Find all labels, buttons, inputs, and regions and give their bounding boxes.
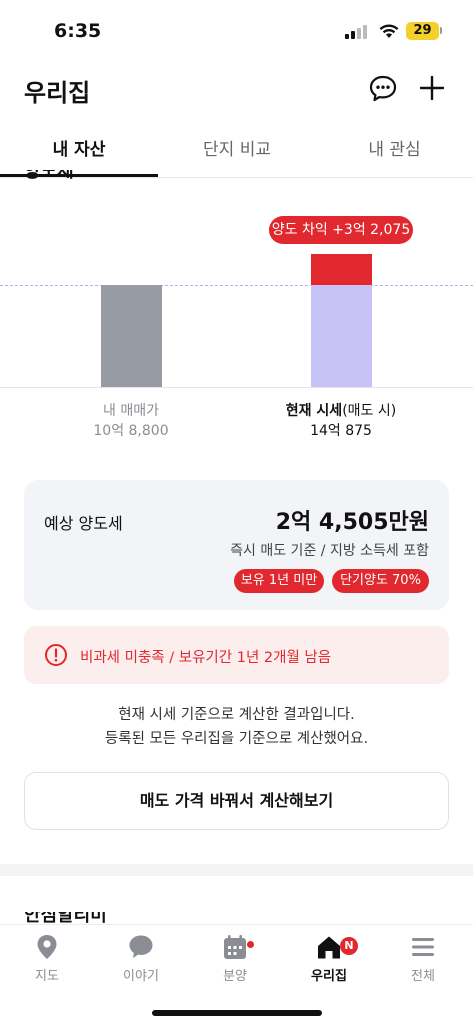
house-icon <box>318 936 340 959</box>
menu-icon <box>412 938 434 956</box>
purchase-price-line <box>0 285 473 286</box>
section-divider <box>0 864 473 876</box>
new-dot <box>247 941 254 948</box>
page-title: 우리집 <box>24 79 91 107</box>
warning-banner: 비과세 미충족 / 보유기간 1년 2개월 남음 <box>24 626 449 684</box>
bar-current-price <box>311 285 372 387</box>
nav-item-map[interactable]: 지도 <box>0 933 94 993</box>
recalculate-button[interactable]: 매도 가격 바꿔서 계산해보기 <box>24 772 449 830</box>
note-line-2: 등록된 모든 우리집을 기준으로 계산했어요. <box>104 731 369 747</box>
nav-label-talk: 이야기 <box>123 969 159 984</box>
signal-icon <box>345 25 369 39</box>
alert-circle-icon <box>45 644 67 666</box>
nav-item-presale[interactable]: 분양 <box>188 933 282 993</box>
chat-bubble-icon <box>129 935 153 958</box>
bar-label-purchase: 내 매매가 <box>103 403 159 419</box>
note-line-1: 현재 시세 기준으로 계산한 결과입니다. <box>118 707 355 723</box>
nav-label-map: 지도 <box>35 969 59 984</box>
battery-icon: 29 <box>406 22 439 40</box>
tax-basis: 즉시 매도 기준 / 지방 소득세 포함 <box>230 543 429 559</box>
chip-short-term-rate: 단기양도 70% <box>332 569 429 593</box>
section-heading-capital-gains-tax: 양도세 <box>24 170 74 180</box>
home-indicator <box>152 1010 322 1016</box>
bar-value-purchase: 10억 8,800 <box>93 423 169 439</box>
bar-gain <box>311 254 372 285</box>
new-badge: N <box>340 937 358 955</box>
status-time: 6:35 <box>54 20 102 42</box>
nav-label-presale: 분양 <box>223 969 247 984</box>
bar-label-current-main: 현재 시세 <box>285 403 343 419</box>
tax-amount: 2억 4,505만원 <box>275 510 429 535</box>
nav-item-my-home[interactable]: N 우리집 <box>282 933 376 993</box>
plus-icon[interactable] <box>418 74 446 102</box>
bar-purchase-price <box>101 285 162 387</box>
nav-label-my-home: 우리집 <box>311 969 347 984</box>
bar-value-current: 14억 875 <box>310 423 372 439</box>
bar-label-current-sub: (매도 시) <box>342 403 397 419</box>
nav-item-talk[interactable]: 이야기 <box>94 933 188 993</box>
chart-axis <box>0 387 473 388</box>
header: 우리집 <box>0 60 473 120</box>
chat-icon[interactable] <box>368 74 398 104</box>
wifi-icon <box>379 24 399 38</box>
calendar-icon <box>224 935 246 959</box>
tax-estimate-card: 예상 양도세 2억 4,505만원 즉시 매도 기준 / 지방 소득세 포함 보… <box>24 480 449 610</box>
battery-nub <box>440 27 442 34</box>
gain-badge: 양도 차익 +3억 2,075 <box>269 216 413 244</box>
tab-complex-compare[interactable]: 단지 비교 <box>158 128 316 178</box>
chip-holding-period: 보유 1년 미만 <box>234 569 324 593</box>
map-pin-icon <box>37 935 57 959</box>
capital-gains-chart: 양도 차익 +3억 2,075 내 매매가 10억 8,800 현재 시세(매도… <box>0 210 473 440</box>
tab-my-interest[interactable]: 내 관심 <box>316 128 473 178</box>
bottom-nav: 지도 이야기 분양 N 우리집 전체 <box>0 924 473 1024</box>
section-heading-safe-alert: 안심알리미 <box>24 912 107 924</box>
nav-label-all: 전체 <box>411 969 435 984</box>
warning-text: 비과세 미충족 / 보유기간 1년 2개월 남음 <box>80 650 332 666</box>
tax-label: 예상 양도세 <box>44 514 123 533</box>
status-bar: 6:35 29 <box>0 0 473 60</box>
nav-item-all[interactable]: 전체 <box>376 933 470 993</box>
bar-label-current: 현재 시세(매도 시) <box>251 400 431 420</box>
